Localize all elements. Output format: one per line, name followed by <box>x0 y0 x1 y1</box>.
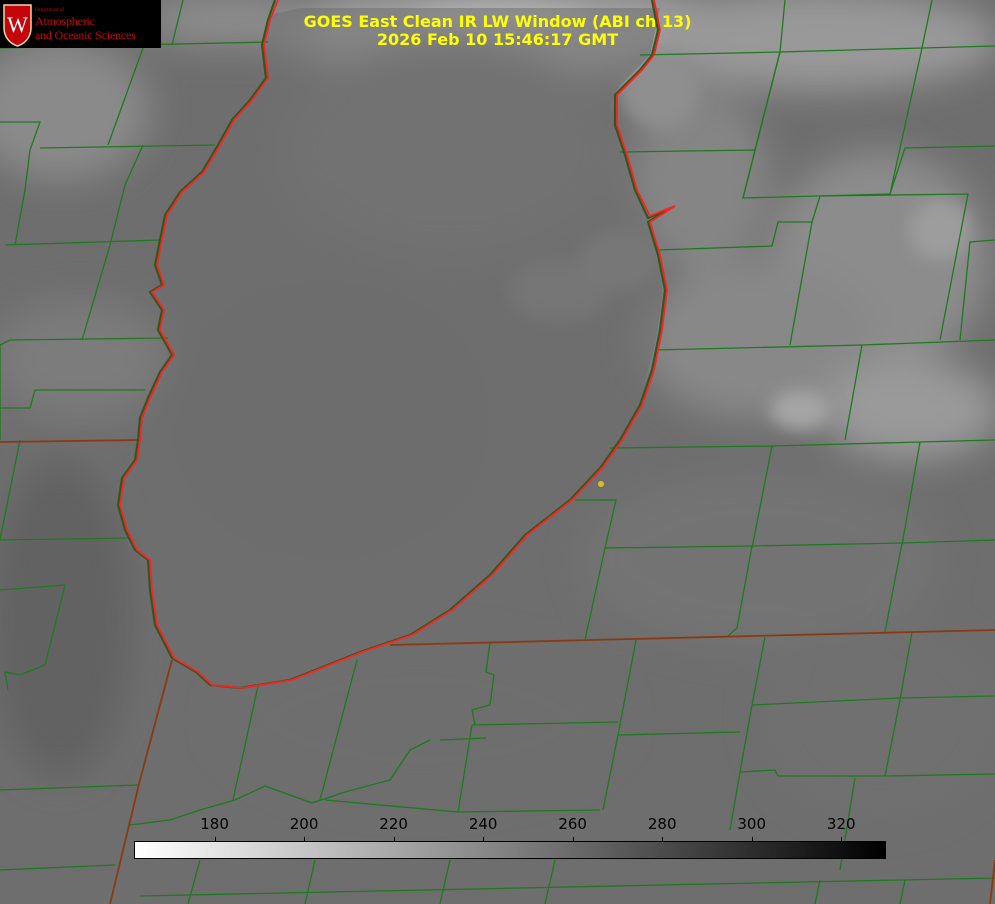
image-title: GOES East Clean IR LW Window (ABI ch 13) <box>303 12 692 31</box>
image-timestamp: 2026 Feb 10 15:46:17 GMT <box>376 30 619 49</box>
temperature-colorbar <box>134 841 886 859</box>
location-marker-dot[interactable] <box>598 481 604 487</box>
satellite-map-view[interactable] <box>0 0 995 904</box>
